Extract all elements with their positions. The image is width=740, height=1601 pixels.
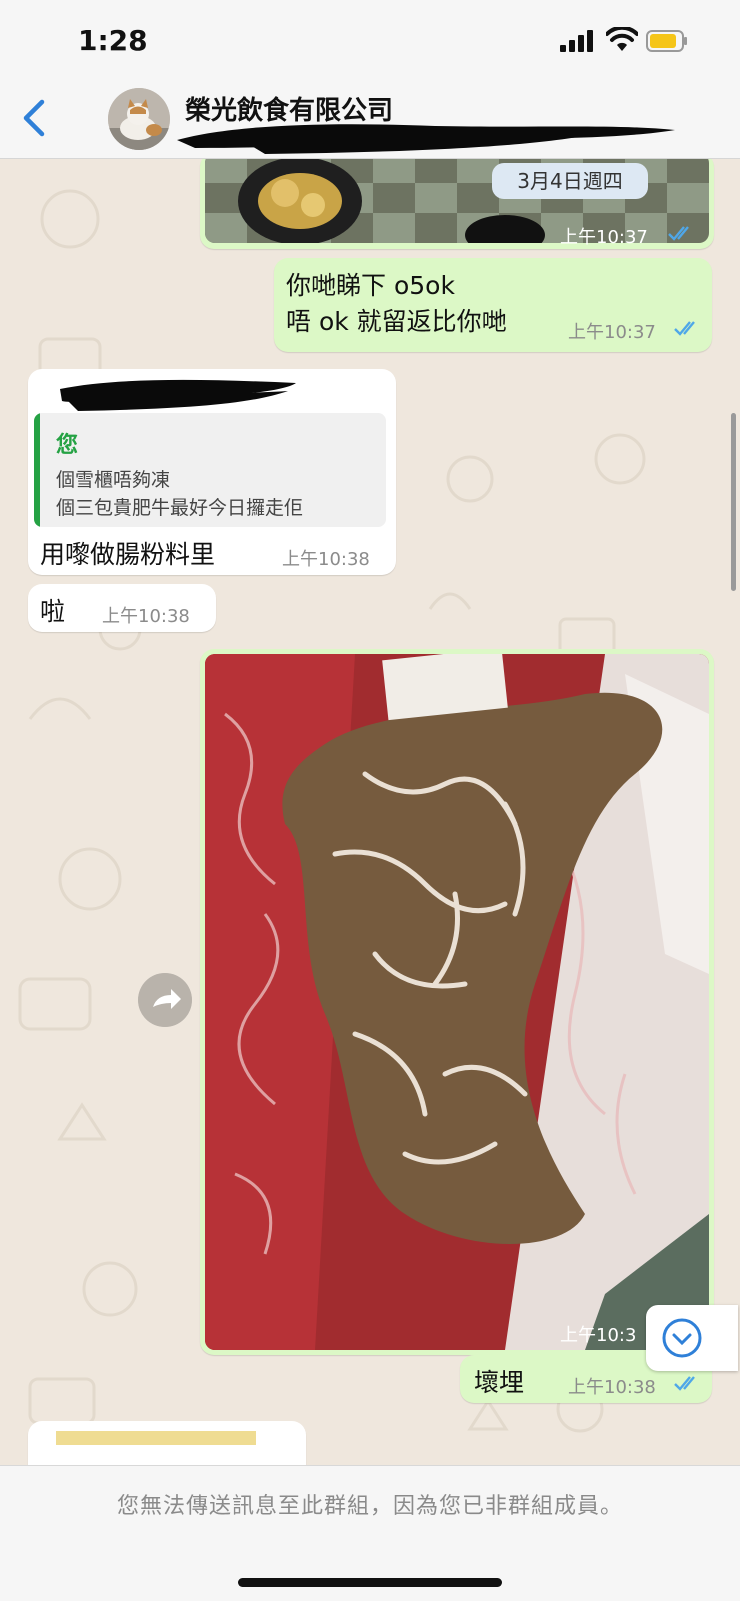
- quoted-message[interactable]: 您 個雪櫃唔夠凍 個三包貴肥牛最好今日攞走佢: [34, 413, 386, 527]
- forward-icon[interactable]: [138, 973, 192, 1027]
- quote-bar: [34, 413, 40, 527]
- double-check-icon: [668, 226, 689, 241]
- message-line: 唔 ok 就留返比你哋: [286, 307, 507, 336]
- message-time: 上午10:37: [560, 227, 648, 248]
- scroll-down-icon: [662, 1318, 702, 1358]
- redaction-scribble: [177, 124, 675, 154]
- message-time: 上午10:3: [560, 1325, 637, 1346]
- back-chevron-icon[interactable]: [18, 96, 50, 140]
- chat-header: 榮光飲食有限公司: [0, 82, 740, 159]
- date-pill: 3月4日週四: [492, 163, 648, 199]
- message-text-outgoing[interactable]: 你哋睇下 o5ok 唔 ok 就留返比你哋 上午10:37: [274, 258, 712, 352]
- quote-author: 您: [56, 433, 79, 458]
- home-indicator[interactable]: [238, 1578, 502, 1587]
- group-member-notice: 您無法傳送訊息至此群組，因為您已非群組成員。: [116, 1494, 623, 1519]
- message-incoming-partial[interactable]: [28, 1421, 306, 1465]
- message-time: 上午10:38: [568, 1377, 656, 1398]
- redacted-sender-name: [60, 379, 296, 411]
- message-time: 上午10:38: [102, 606, 190, 627]
- message-text-incoming[interactable]: 啦 上午10:38: [28, 584, 216, 632]
- scrollbar[interactable]: [731, 413, 736, 591]
- chat-area[interactable]: 3月4日週四 上午10:37 你哋睇下 o5ok 唔 ok 就留返比你哋 上午1…: [0, 159, 740, 1465]
- message-time: 上午10:38: [282, 549, 370, 570]
- message-line: 你哋睇下 o5ok: [286, 271, 455, 300]
- message-line: 啦: [40, 597, 66, 626]
- redacted-text: [56, 1431, 256, 1445]
- beef-photo: [205, 654, 709, 1350]
- footer: 您無法傳送訊息至此群組，因為您已非群組成員。: [0, 1465, 740, 1601]
- message-reply-incoming[interactable]: 您 個雪櫃唔夠凍 個三包貴肥牛最好今日攞走佢 用嚟做腸粉料里 上午10:38: [28, 369, 396, 575]
- cat-photo: [108, 88, 170, 150]
- message-line: 壞埋: [474, 1368, 525, 1397]
- quote-line: 個雪櫃唔夠凍: [56, 469, 171, 491]
- double-check-icon: [674, 321, 695, 336]
- message-image-outgoing[interactable]: 上午10:3: [200, 649, 714, 1355]
- message-time: 上午10:37: [568, 322, 656, 343]
- status-time: 1:28: [78, 24, 148, 57]
- double-check-icon: [674, 1376, 695, 1391]
- message-photo[interactable]: [205, 654, 709, 1350]
- battery-icon: [646, 30, 687, 52]
- message-image-outgoing[interactable]: 3月4日週四 上午10:37: [200, 159, 714, 249]
- group-avatar[interactable]: [108, 88, 170, 150]
- message-line: 用嚟做腸粉料里: [40, 540, 216, 569]
- status-bar: 1:28: [0, 0, 740, 82]
- scroll-to-bottom-button[interactable]: [646, 1305, 738, 1371]
- quote-line: 個三包貴肥牛最好今日攞走佢: [56, 497, 304, 519]
- signal-icon: [560, 30, 593, 52]
- wifi-icon: [606, 27, 638, 51]
